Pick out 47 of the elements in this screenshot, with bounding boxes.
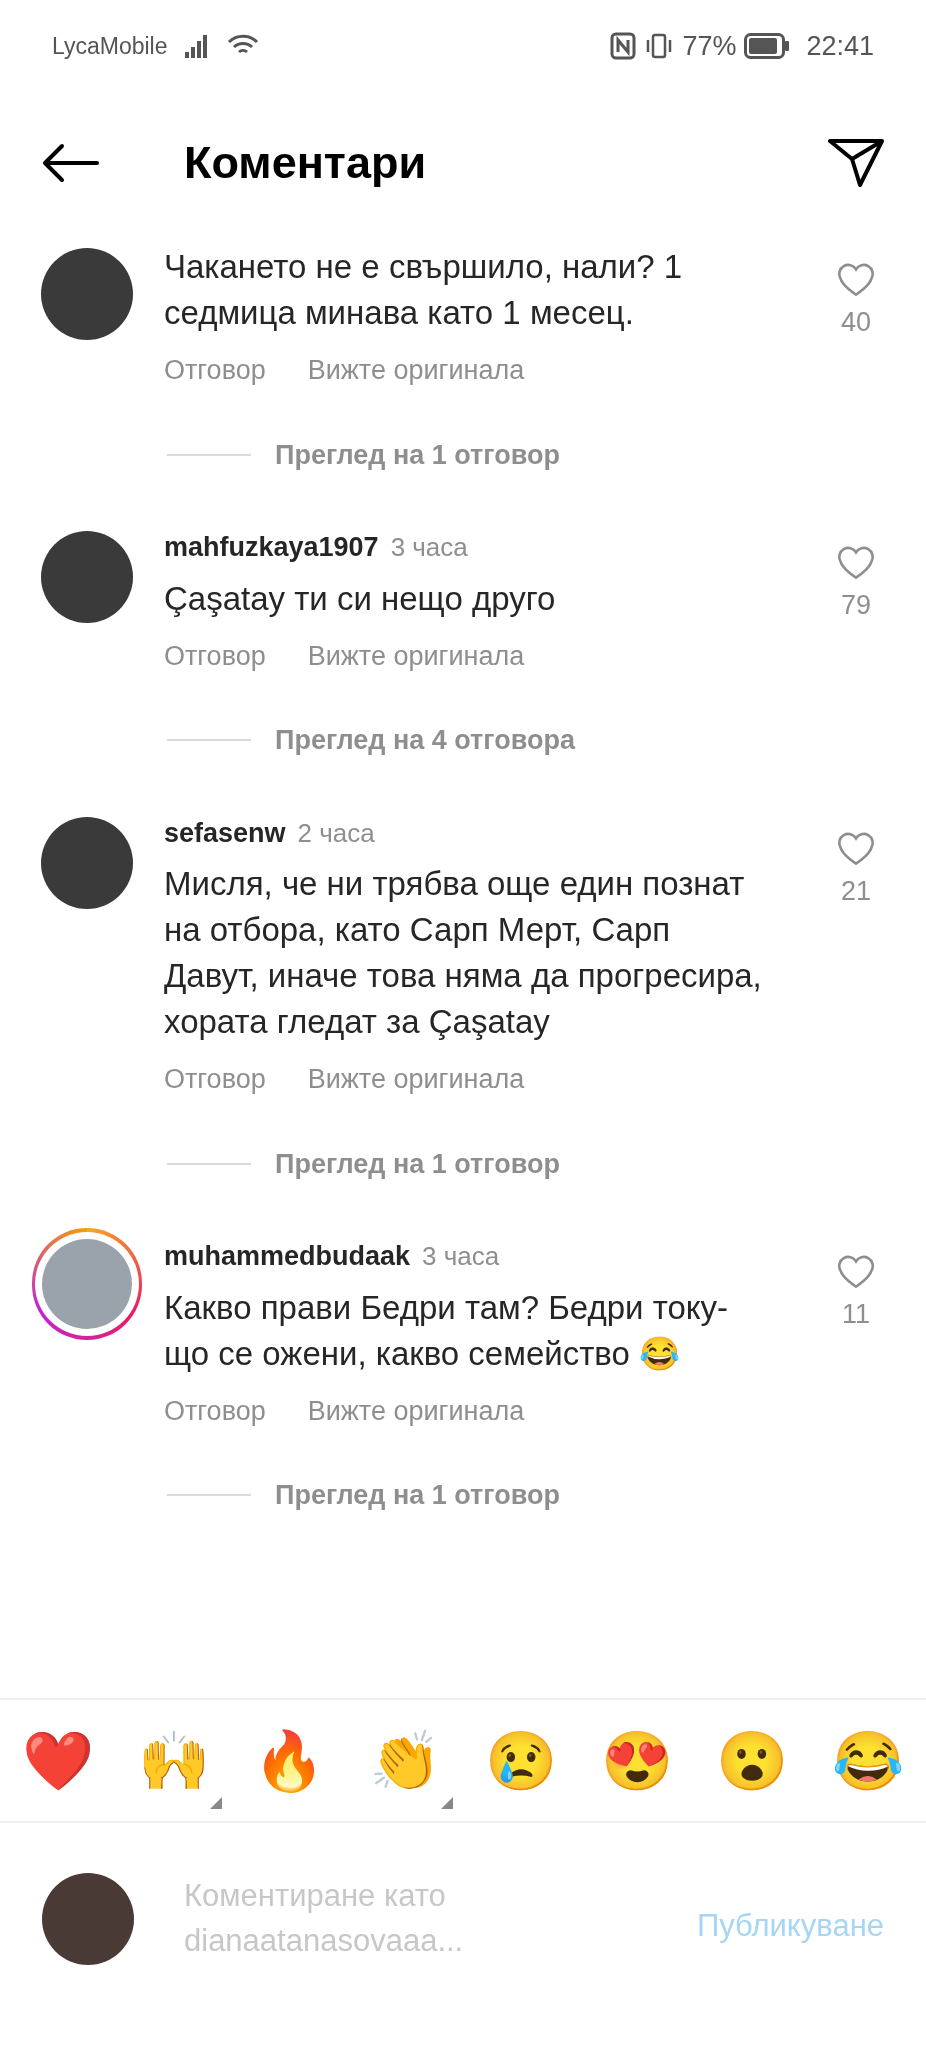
comment-text: Какво прави Бедри там? Бедри току-що се ожени, какво семейство 😂 bbox=[164, 1287, 730, 1374]
emoji-reaction-button[interactable]: ❤ bbox=[10, 1712, 106, 1809]
emoji-reaction-button[interactable]: 😮 bbox=[704, 1712, 801, 1809]
see-original-link[interactable]: Вижте оригинала bbox=[307, 1059, 525, 1100]
view-replies-link[interactable]: Преглед на 4 отговора bbox=[275, 720, 575, 761]
comment-text: Çaşatay ти си нещо друго bbox=[164, 578, 557, 619]
like-count: 11 bbox=[842, 1298, 870, 1331]
reply-link[interactable]: Отговор bbox=[164, 1390, 266, 1431]
heart-icon[interactable] bbox=[836, 262, 876, 298]
username[interactable]: muhammedbudaak bbox=[164, 1236, 411, 1277]
battery-percent: 77% bbox=[682, 29, 737, 63]
page-title: Коментари bbox=[184, 136, 428, 191]
like-count: 21 bbox=[840, 874, 871, 908]
like-count: 79 bbox=[840, 589, 871, 622]
back-arrow-icon[interactable] bbox=[42, 143, 100, 183]
emoji-reaction-button[interactable]: 🔥 bbox=[241, 1712, 338, 1809]
battery-icon bbox=[744, 33, 791, 59]
view-replies-link[interactable]: Преглед на 1 отговор bbox=[275, 434, 560, 475]
heart-icon[interactable] bbox=[836, 830, 876, 867]
reply-link[interactable]: Отговор bbox=[164, 635, 266, 676]
comment-time: 2 часа bbox=[297, 816, 375, 850]
view-replies-link[interactable]: Преглед на 1 отговор bbox=[275, 1475, 560, 1516]
comment-text: Чакането не е свършило, нали? 1 седмица минава като 1 месец. bbox=[164, 247, 684, 333]
comment-text: Мисля, че ни трябва още един познат на отбора, като Сарп Мерт, Сарп Давут, иначе това няма да прогресира, хората гледат за Çaşatay bbox=[164, 864, 763, 1042]
comment-time: 3 часа bbox=[422, 1240, 500, 1273]
emoji-reaction-button[interactable]: 😂 bbox=[819, 1712, 916, 1809]
carrier-name: LycaMobile bbox=[52, 31, 168, 61]
comment-input-field[interactable]: Коментиране като dianaatanasovaaa... bbox=[184, 1873, 524, 1963]
view-replies-link[interactable]: Преглед на 1 отговор bbox=[275, 1143, 560, 1184]
username[interactable]: sefasenw bbox=[164, 812, 286, 853]
heart-icon[interactable] bbox=[836, 545, 876, 581]
clock-time: 22:41 bbox=[806, 29, 874, 63]
paper-plane-icon[interactable] bbox=[828, 137, 884, 189]
emoji-reaction-button[interactable]: 😍 bbox=[588, 1712, 685, 1809]
see-original-link[interactable]: Вижте оригинала bbox=[307, 1390, 525, 1431]
see-original-link[interactable]: Вижте оригинала bbox=[307, 350, 525, 391]
variants-corner-icon bbox=[209, 1796, 222, 1809]
variants-corner-icon bbox=[441, 1796, 454, 1809]
heart-icon[interactable] bbox=[836, 1254, 876, 1290]
reply-link[interactable]: Отговор bbox=[164, 1059, 266, 1100]
like-count: 40 bbox=[840, 306, 871, 339]
nfc-icon bbox=[610, 32, 637, 60]
username[interactable]: mahfuzkaya1907 bbox=[164, 527, 379, 568]
comment-time: 3 часа bbox=[390, 531, 468, 564]
see-original-link[interactable]: Вижте оригинала bbox=[307, 635, 525, 676]
emoji-reaction-button[interactable]: 😢 bbox=[472, 1712, 569, 1809]
reply-link[interactable]: Отговор bbox=[164, 350, 266, 391]
